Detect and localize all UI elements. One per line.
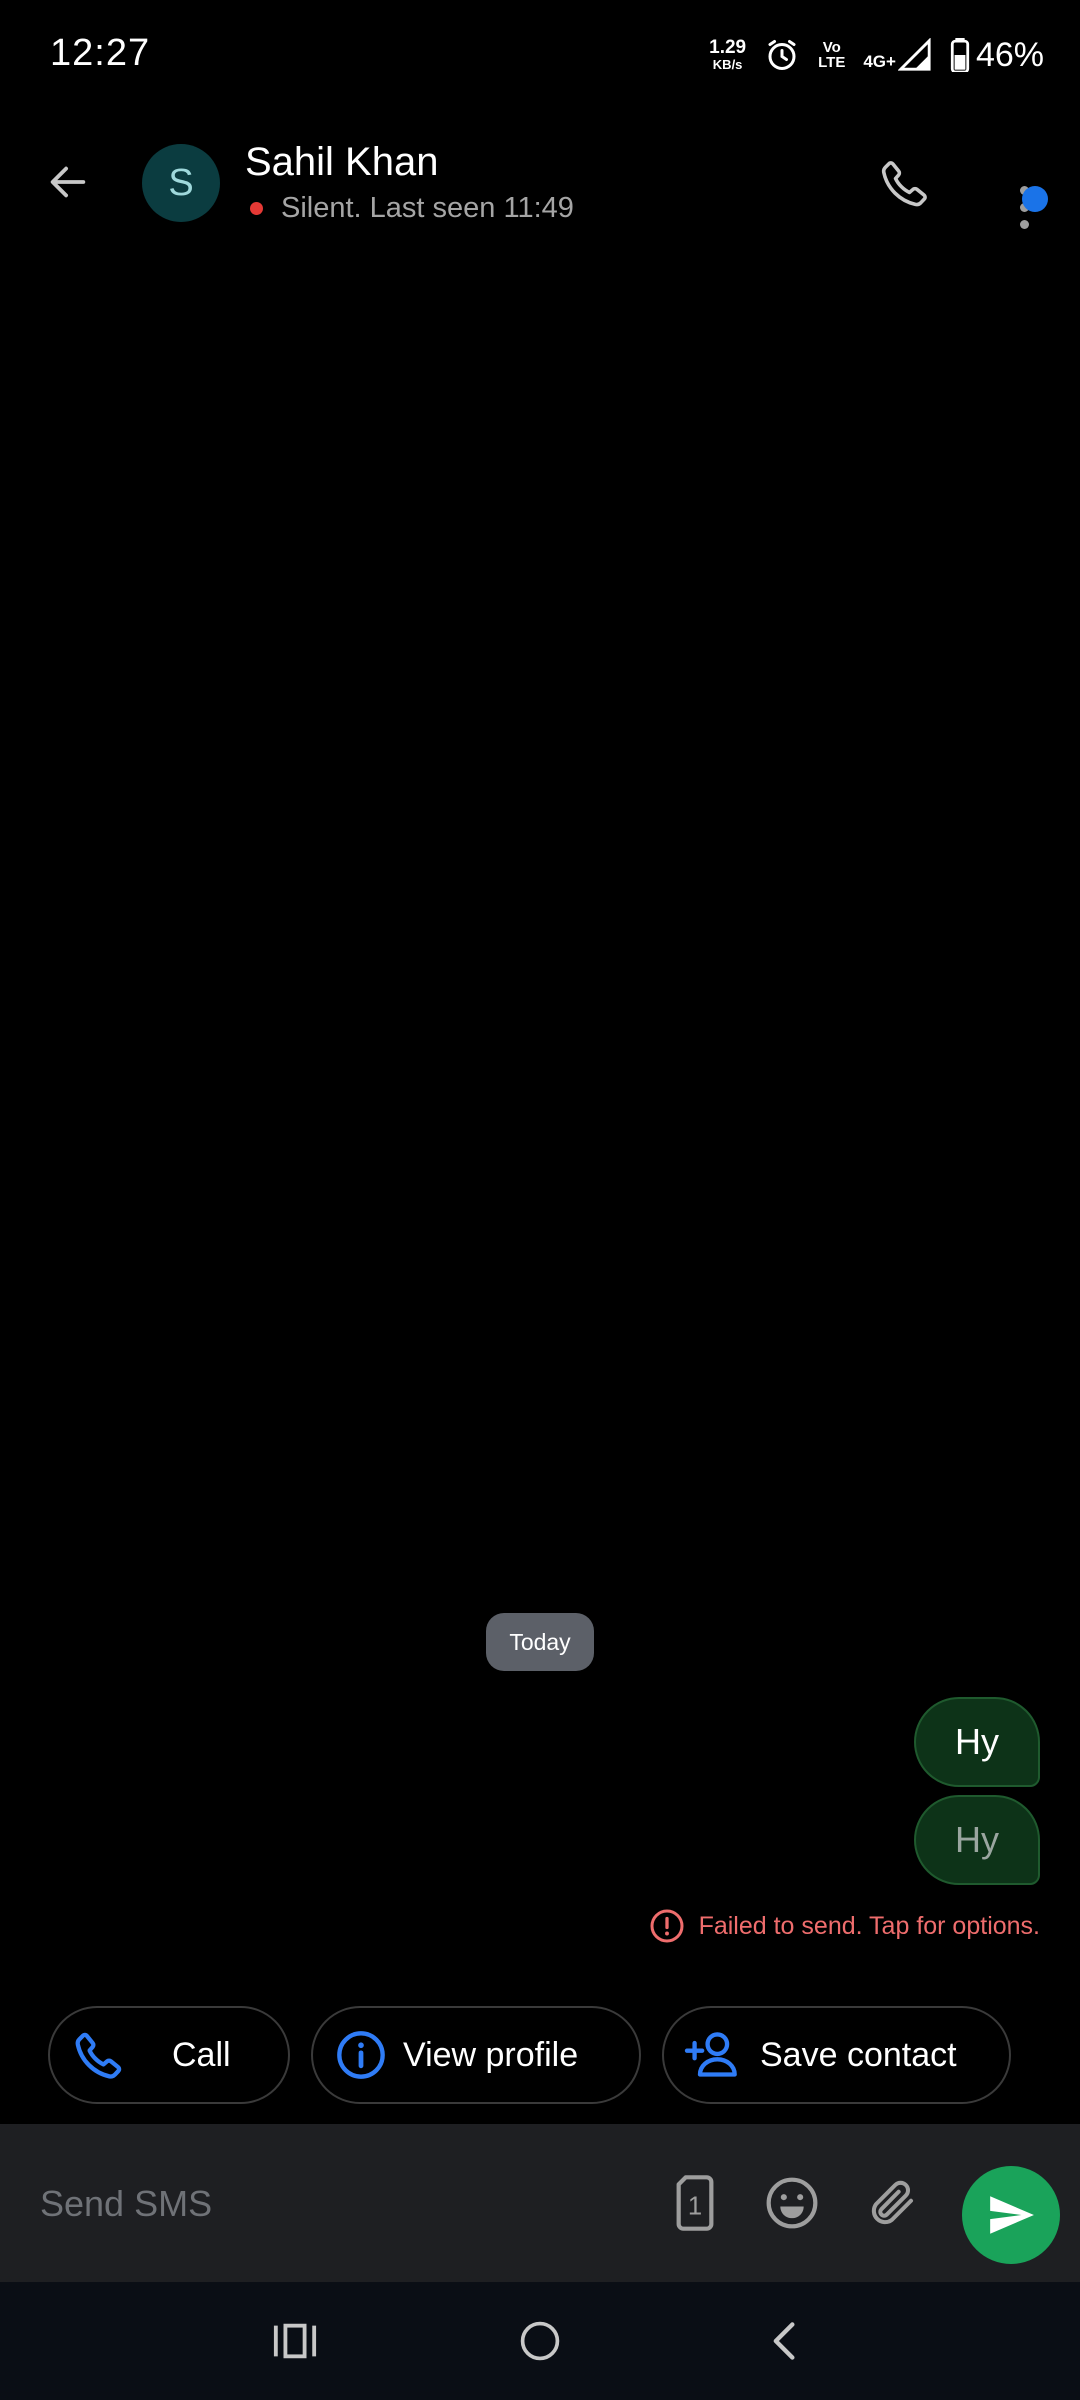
phone-icon xyxy=(881,161,927,207)
status-dot xyxy=(250,202,263,215)
avatar-letter: S xyxy=(168,161,194,204)
volte-top: Vo xyxy=(822,39,841,56)
signal-icon xyxy=(897,38,931,71)
call-chip-label: Call xyxy=(172,2035,231,2074)
composer: 1 xyxy=(0,2124,1080,2282)
recents-button[interactable] xyxy=(260,2308,330,2374)
attachment-icon xyxy=(871,2180,914,2225)
volte-indicator: Vo LTE xyxy=(818,40,845,70)
battery-icon xyxy=(950,38,970,72)
net-speed: 1.29 KB/s xyxy=(709,38,746,72)
failed-to-send-notice[interactable]: Failed to send. Tap for options. xyxy=(649,1908,1040,1944)
more-options-button[interactable] xyxy=(1000,150,1060,230)
send-button[interactable] xyxy=(962,2166,1060,2264)
failed-text: Failed to send. Tap for options. xyxy=(698,1911,1040,1940)
status-time: 12:27 xyxy=(50,32,151,74)
call-button[interactable] xyxy=(870,148,940,218)
home-button[interactable] xyxy=(505,2308,575,2374)
network-type: 4G+ xyxy=(863,52,896,71)
message-text: Hy xyxy=(955,1721,999,1762)
emoji-icon xyxy=(766,2177,818,2229)
nav-back-icon xyxy=(773,2322,795,2360)
save-contact-chip[interactable]: Save contact xyxy=(662,2006,1011,2104)
message-bubble[interactable]: Hy xyxy=(914,1697,1040,1787)
attach-button[interactable] xyxy=(858,2168,928,2238)
person-add-icon xyxy=(684,2032,737,2077)
nav-back-button[interactable] xyxy=(750,2308,820,2374)
back-arrow-icon xyxy=(50,166,86,198)
phone-icon xyxy=(75,2032,122,2079)
date-chip: Today xyxy=(486,1613,594,1671)
sim-select-button[interactable]: 1 xyxy=(660,2168,730,2238)
home-icon xyxy=(520,2321,560,2361)
back-button[interactable] xyxy=(36,150,100,214)
net-speed-value: 1.29 xyxy=(709,37,747,58)
error-icon xyxy=(650,1909,684,1943)
signal-group: 4G+ xyxy=(863,38,932,72)
conversation-header: S Sahil Khan Silent. Last seen 11:49 xyxy=(0,120,1080,250)
status-text: Silent. Last seen 11:49 xyxy=(281,192,574,224)
alarm-icon xyxy=(768,40,796,70)
contact-status: Silent. Last seen 11:49 xyxy=(250,192,574,225)
notification-dot xyxy=(1022,186,1048,212)
contact-name[interactable]: Sahil Khan xyxy=(245,140,438,185)
battery-group: 46% xyxy=(950,36,1044,75)
info-icon xyxy=(337,2031,385,2079)
emoji-button[interactable] xyxy=(757,2168,827,2238)
system-navigation-bar xyxy=(0,2282,1080,2400)
message-bubble[interactable]: Hy xyxy=(914,1795,1040,1885)
message-text: Hy xyxy=(955,1819,999,1860)
view-profile-chip[interactable]: View profile xyxy=(311,2006,641,2104)
avatar[interactable]: S xyxy=(142,144,220,222)
status-bar: 12:27 1.29 KB/s Vo LTE 4G+ 46% xyxy=(0,0,1080,110)
sim-card-icon: 1 xyxy=(676,2175,714,2231)
status-icons: 1.29 KB/s Vo LTE 4G+ 46% xyxy=(709,30,1044,80)
sms-input[interactable] xyxy=(38,2164,638,2244)
battery-percent: 46% xyxy=(975,35,1044,74)
sim-number: 1 xyxy=(688,2193,702,2221)
send-icon xyxy=(990,2196,1034,2234)
save-contact-label: Save contact xyxy=(760,2035,957,2074)
net-speed-unit: KB/s xyxy=(712,57,743,72)
volte-bottom: LTE xyxy=(818,54,846,71)
view-profile-label: View profile xyxy=(403,2035,579,2074)
call-chip[interactable]: Call xyxy=(48,2006,290,2104)
recents-icon xyxy=(273,2323,317,2359)
